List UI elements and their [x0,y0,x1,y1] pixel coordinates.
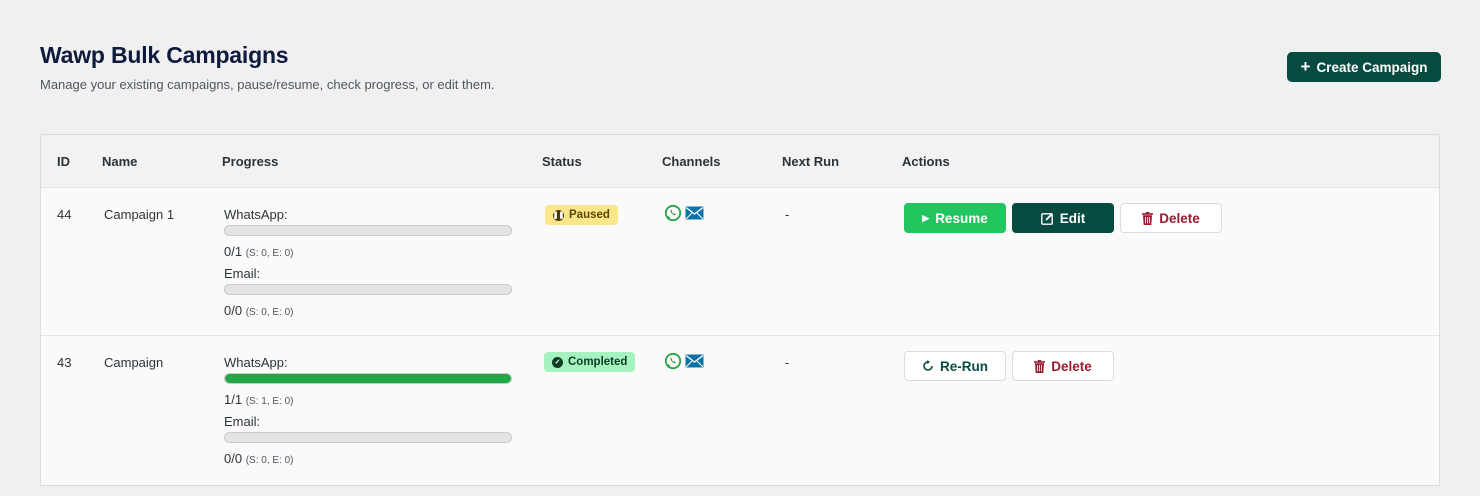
check-icon: ✓ [552,356,563,368]
whatsapp-count: 1/1 (S: 1, E: 0) [224,392,294,407]
campaign-id: 43 [57,355,72,370]
email-count-value: 0/0 [224,451,243,466]
column-next-run: Next Run [782,154,840,169]
pause-icon: ❚❚ [553,209,564,221]
rerun-button[interactable]: Re-Run [904,351,1006,381]
resume-button[interactable]: ▶ Resume [904,203,1006,233]
email-icon [685,354,704,368]
column-id: ID [57,154,70,169]
email-count-value: 0/0 [224,303,243,318]
email-count: 0/0 (S: 0, E: 0) [224,303,294,318]
email-progress-bar [224,432,512,443]
whatsapp-count: 0/1 (S: 0, E: 0) [224,244,294,259]
delete-label: Delete [1159,210,1200,226]
email-count-detail: (S: 0, E: 0) [245,455,294,466]
campaign-name: Campaign [104,355,164,370]
channel-icons [664,352,704,370]
whatsapp-progress-label: WhatsApp: [224,355,288,370]
whatsapp-count-detail: (S: 1, E: 0) [245,396,294,407]
whatsapp-progress-label: WhatsApp: [224,207,288,222]
email-icon [685,206,704,220]
whatsapp-count-value: 1/1 [224,392,243,407]
table-row: 44 Campaign 1 WhatsApp: 0/1 (S: 0, E: 0)… [41,188,1439,336]
status-badge: ✓ Completed [544,352,636,372]
resume-label: Resume [935,210,988,226]
campaign-id: 44 [57,207,72,222]
edit-icon [1040,212,1053,225]
next-run: - [785,207,790,222]
plus-icon: + [1300,56,1311,76]
whatsapp-count-value: 0/1 [224,244,243,259]
whatsapp-count-detail: (S: 0, E: 0) [245,248,294,259]
whatsapp-progress-bar [224,373,512,384]
campaign-name: Campaign 1 [104,207,175,222]
channel-icons [664,204,704,222]
page-subtitle: Manage your existing campaigns, pause/re… [40,77,495,92]
status-badge: ❚❚ Paused [545,205,618,225]
delete-button[interactable]: Delete [1120,203,1222,233]
delete-button[interactable]: Delete [1012,351,1114,381]
trash-icon [1142,211,1154,225]
email-progress-label: Email: [224,266,261,281]
whatsapp-icon [664,352,682,370]
whatsapp-progress-bar [224,225,512,236]
delete-label: Delete [1051,358,1092,374]
trash-icon [1034,359,1046,373]
rerun-label: Re-Run [940,358,988,374]
refresh-icon [923,360,933,371]
whatsapp-icon [664,204,682,222]
email-progress-label: Email: [224,414,261,429]
column-name: Name [102,154,138,169]
email-count-detail: (S: 0, E: 0) [245,307,294,318]
column-progress: Progress [222,154,279,169]
table-row: 43 Campaign WhatsApp: 1/1 (S: 1, E: 0) E… [41,336,1439,484]
table-header: ID Name Progress Status Channels Next Ru… [41,135,1439,188]
edit-label: Edit [1059,210,1086,226]
email-count: 0/0 (S: 0, E: 0) [224,451,294,466]
column-status: Status [542,154,582,169]
create-campaign-button[interactable]: + Create Campaign [1287,52,1441,82]
campaigns-table: ID Name Progress Status Channels Next Ru… [40,134,1440,486]
edit-button[interactable]: Edit [1012,203,1114,233]
column-channels: Channels [662,154,721,169]
play-icon: ▶ [922,212,930,223]
page-title: Wawp Bulk Campaigns [40,42,289,68]
status-label: Completed [568,356,628,368]
create-campaign-label: Create Campaign [1316,59,1428,75]
whatsapp-progress-fill [225,374,511,383]
email-progress-bar [224,284,512,295]
status-label: Paused [569,209,610,221]
next-run: - [785,355,790,370]
column-actions: Actions [902,154,950,169]
